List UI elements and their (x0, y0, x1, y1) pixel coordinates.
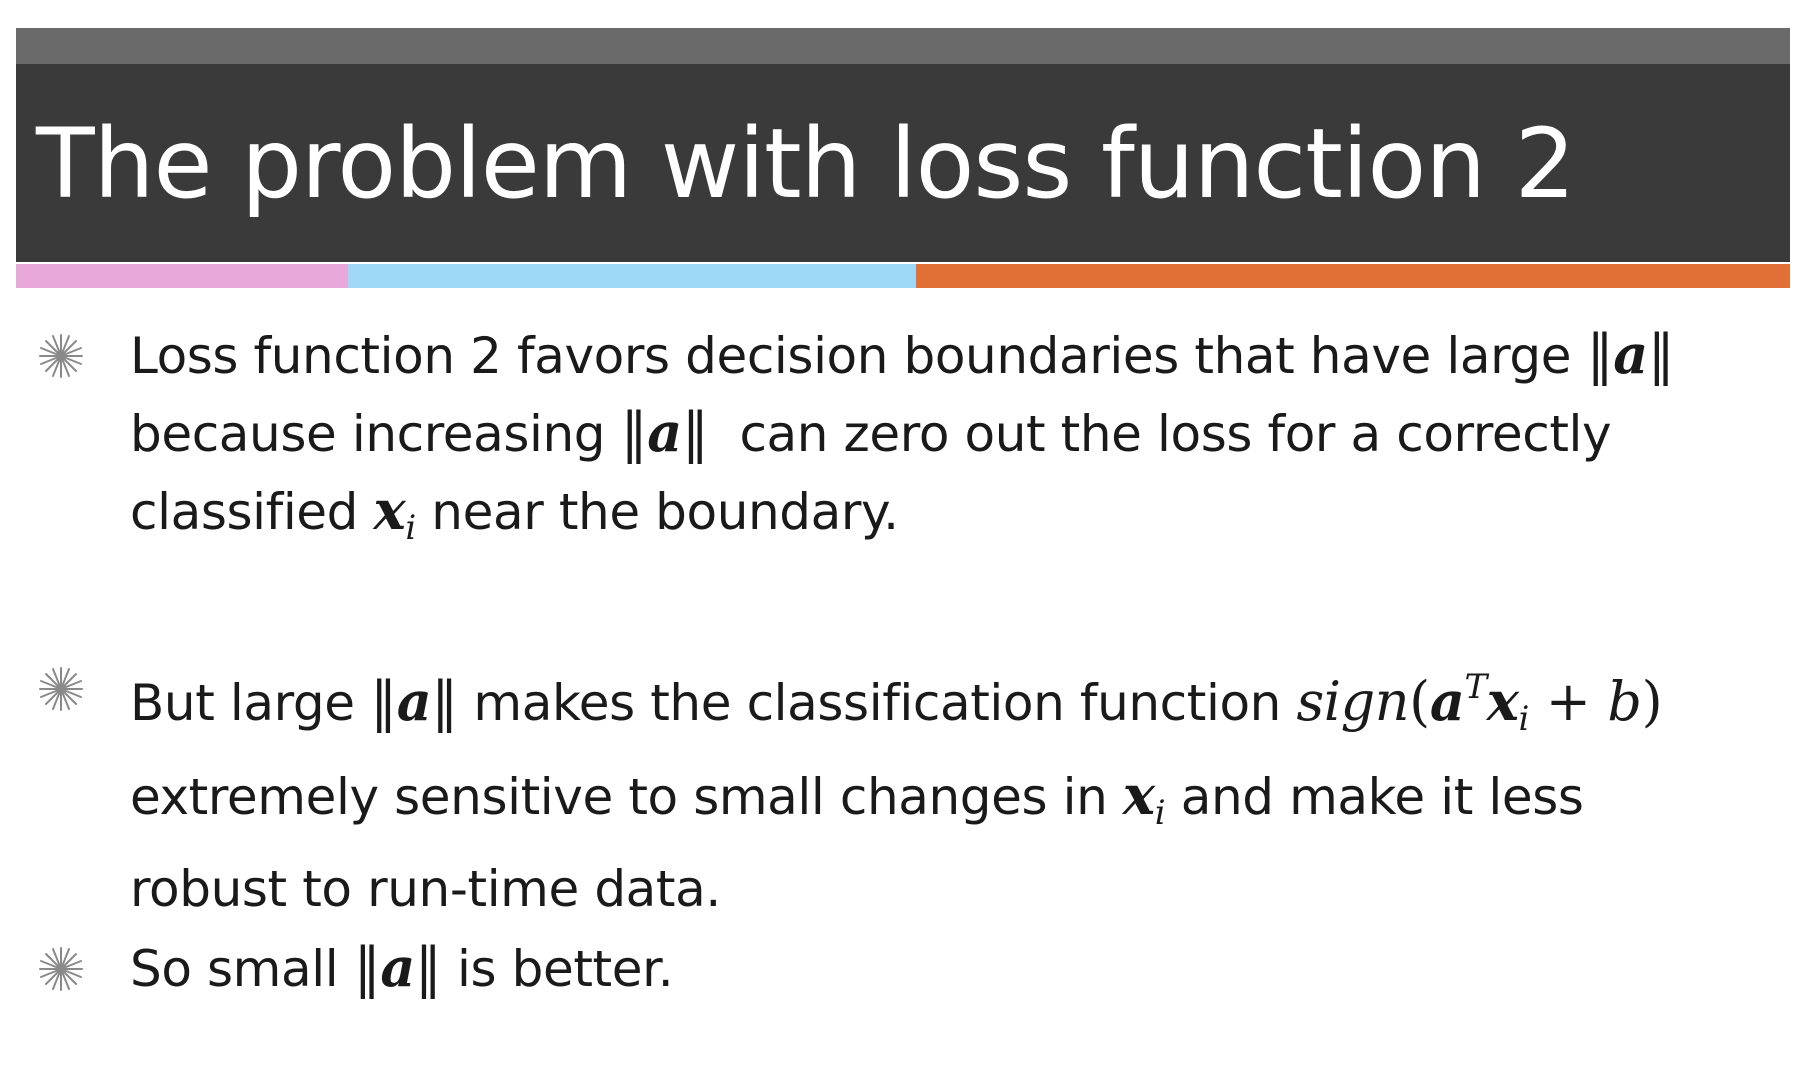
norm-bar: ‖ (370, 670, 397, 733)
bullet-2-line-1: But large ‖a‖ makes the classification f… (130, 649, 1770, 757)
slide: The problem with loss function 2 Loss fu… (0, 0, 1806, 1070)
subscript-i: i (1518, 699, 1530, 739)
open-paren: ( (1409, 670, 1430, 733)
vector-a: a (647, 400, 682, 464)
norm-bar: ‖ (620, 401, 648, 464)
text-run: So small (130, 940, 354, 998)
bullet-1-line-3: classified xi near the boundary. (130, 472, 1770, 566)
vector-a: a (1613, 322, 1648, 386)
bias-b: b (1607, 670, 1642, 733)
text-run: classified (130, 483, 374, 541)
x-sub-i: xi (373, 478, 417, 548)
plus-sign: + (1529, 670, 1608, 733)
top-strip (16, 28, 1790, 64)
bullet-text-3: So small ‖a‖ is better. (130, 929, 1770, 1007)
norm-a: ‖a‖ (370, 669, 458, 733)
norm-a: ‖a‖ (353, 935, 442, 999)
norm-bar: ‖ (681, 401, 709, 464)
text-run: extremely sensitive to small changes in (130, 768, 1123, 826)
text-run: Loss function 2 favors decision boundari… (130, 327, 1587, 385)
bullet-3-line-1: So small ‖a‖ is better. (130, 929, 1770, 1007)
vector-x: x (1486, 669, 1519, 733)
sign-expression: sign(aTxi + b) (1296, 667, 1663, 739)
starburst-bullet-icon (36, 664, 86, 714)
x-sub-i: xi (1122, 763, 1166, 833)
starburst-bullet-icon (36, 944, 86, 994)
subscript-i: i (1154, 793, 1166, 833)
accent-band-blue (348, 264, 916, 288)
text-run: near the boundary. (431, 483, 899, 541)
text-run: But large (130, 674, 371, 732)
bullet-1-line-2: because increasing ‖a‖ can zero out the … (130, 394, 1770, 472)
starburst-bullet-icon (36, 331, 86, 381)
bullet-2-line-3: robust to run-time data. (130, 860, 721, 918)
accent-band-orange (916, 264, 1790, 288)
vector-a: a (396, 669, 432, 733)
norm-bar: ‖ (1647, 323, 1675, 386)
close-paren: ) (1641, 670, 1663, 733)
text-run: can zero out the loss for a correctly (739, 405, 1612, 463)
vector-a: a (380, 935, 415, 999)
norm-a: ‖a‖ (1586, 322, 1675, 386)
bullet-1-line-1: Loss function 2 favors decision boundari… (130, 316, 1770, 394)
norm-bar: ‖ (431, 670, 458, 733)
slide-title: The problem with loss function 2 (36, 108, 1576, 220)
norm-bar: ‖ (1586, 323, 1614, 386)
bullet-text-2: But large ‖a‖ makes the classification f… (130, 649, 1770, 927)
norm-bar: ‖ (353, 936, 381, 999)
text-run: because increasing (130, 405, 621, 463)
text-run: is better. (457, 940, 674, 998)
text-run: makes the classification function (473, 674, 1297, 732)
accent-band-pink (16, 264, 348, 288)
bullet-2-line-2: extremely sensitive to small changes in … (130, 757, 1770, 851)
subscript-i: i (405, 508, 416, 548)
vector-a: a (1429, 669, 1465, 733)
norm-bar: ‖ (414, 936, 442, 999)
superscript-t: T (1464, 667, 1487, 707)
bullet-text-1: Loss function 2 favors decision boundari… (130, 316, 1770, 566)
vector-x: x (1122, 763, 1155, 827)
norm-a: ‖a‖ (620, 400, 709, 464)
sign-function: sign (1296, 670, 1410, 733)
text-run: and make it less (1180, 768, 1584, 826)
vector-x: x (373, 478, 406, 542)
